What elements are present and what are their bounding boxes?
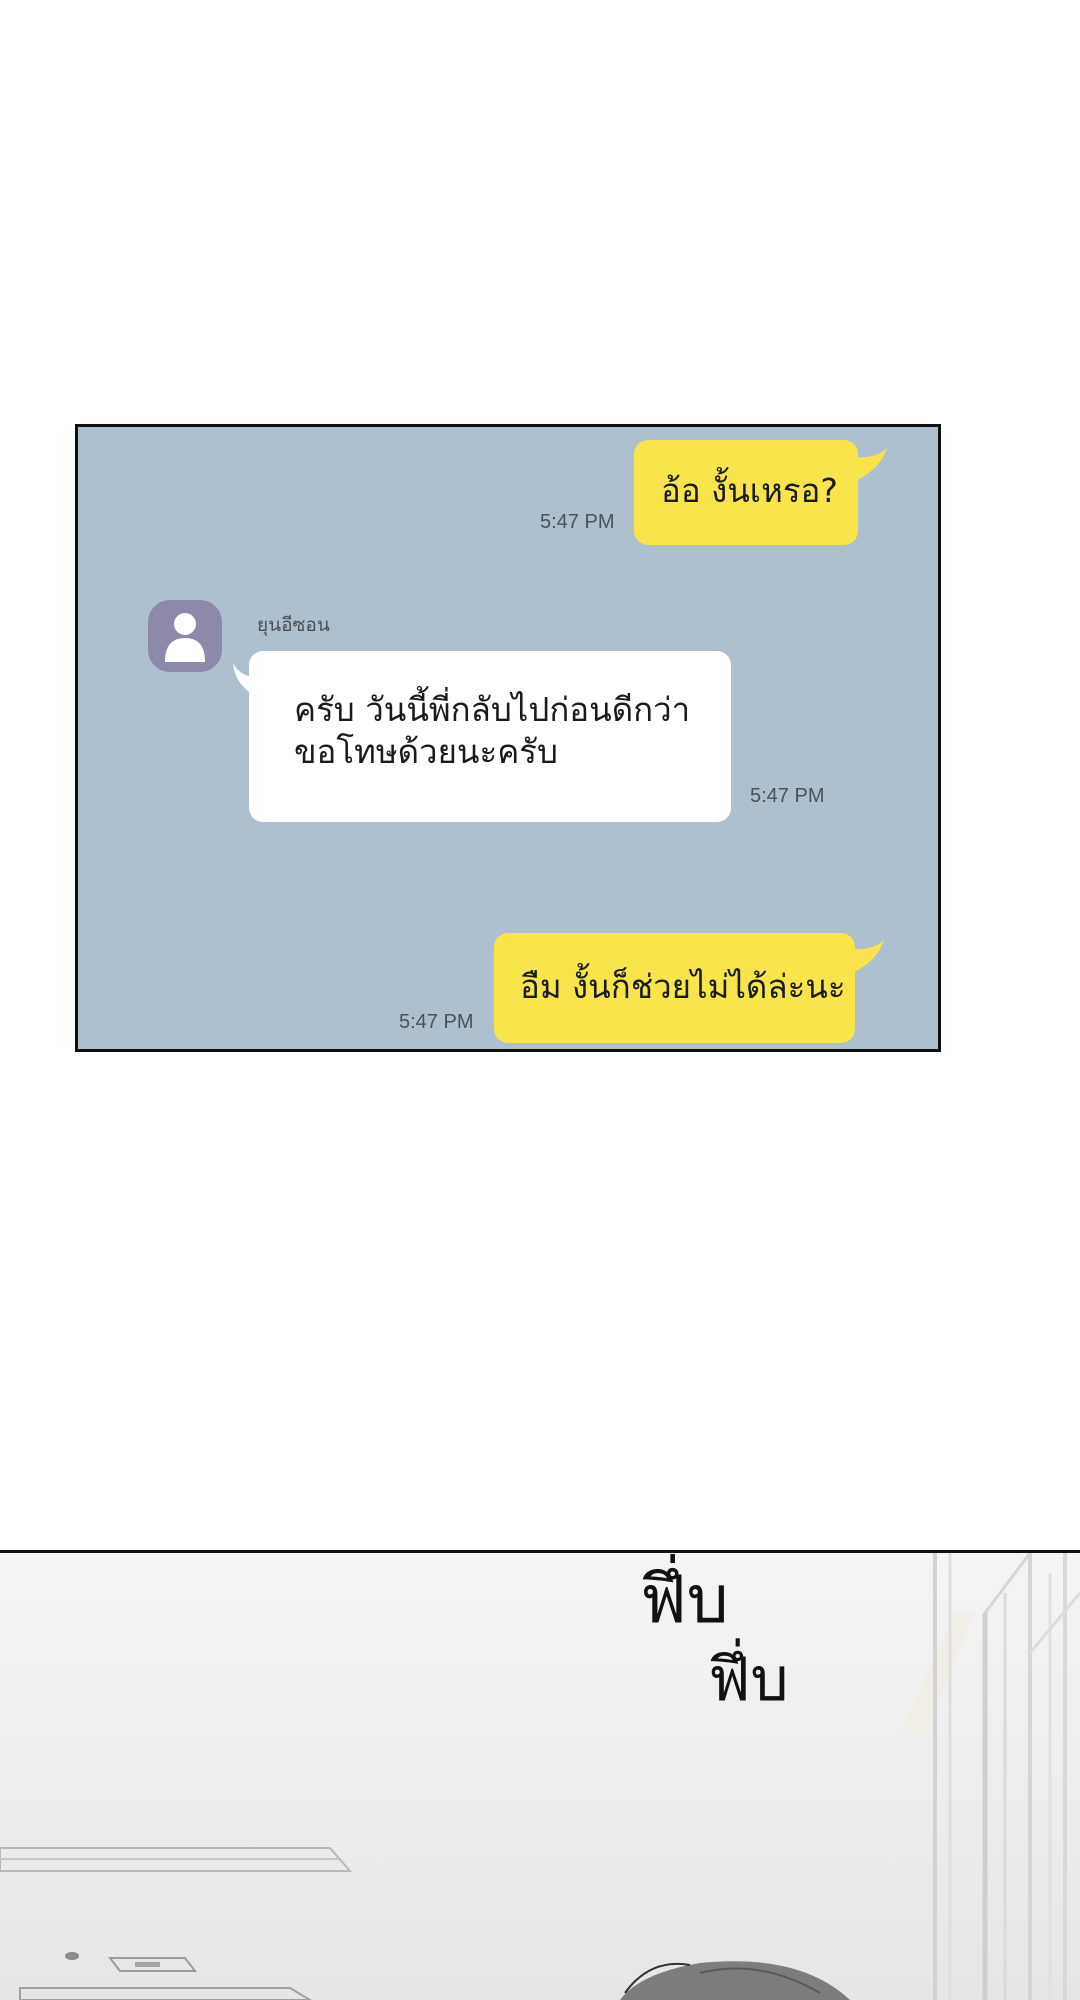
- bubble-tail-right: [848, 939, 884, 973]
- bubble-tail-right: [851, 447, 887, 481]
- message-timestamp: 5:47 PM: [750, 785, 825, 807]
- sender-name: ยุนอีซอน: [257, 614, 330, 636]
- scene-panel: ฟึ่บ ฟึ่บ: [0, 1553, 1080, 2000]
- message-text: อ้อ งั้นเหรอ?: [661, 471, 838, 510]
- avatar: [148, 600, 222, 672]
- outgoing-message-bubble: อ้อ งั้นเหรอ?: [634, 440, 858, 545]
- outgoing-message-bubble: อืม งั้นก็ช่วยไม่ได้ล่ะนะ: [494, 933, 855, 1043]
- message-timestamp: 5:47 PM: [540, 511, 615, 533]
- message-text: อืม งั้นก็ช่วยไม่ได้ล่ะนะ: [520, 967, 846, 1006]
- message-timestamp: 5:47 PM: [399, 1011, 474, 1033]
- chat-panel: อ้อ งั้นเหรอ? 5:47 PM ยุนอีซอน ครับ วันน…: [75, 424, 941, 1052]
- incoming-message-bubble: ครับ วันนี้พี่กลับไปก่อนดีกว่า ขอโทษด้วย…: [249, 651, 731, 822]
- user-silhouette-icon: [165, 613, 205, 662]
- sound-effect-text: ฟึ่บ: [640, 1561, 729, 1638]
- sound-effect-text: ฟึ่บ: [708, 1645, 789, 1715]
- background-illustration: [0, 1553, 1080, 2000]
- message-text: ครับ วันนี้พี่กลับไปก่อนดีกว่า ขอโทษด้วย…: [294, 690, 691, 771]
